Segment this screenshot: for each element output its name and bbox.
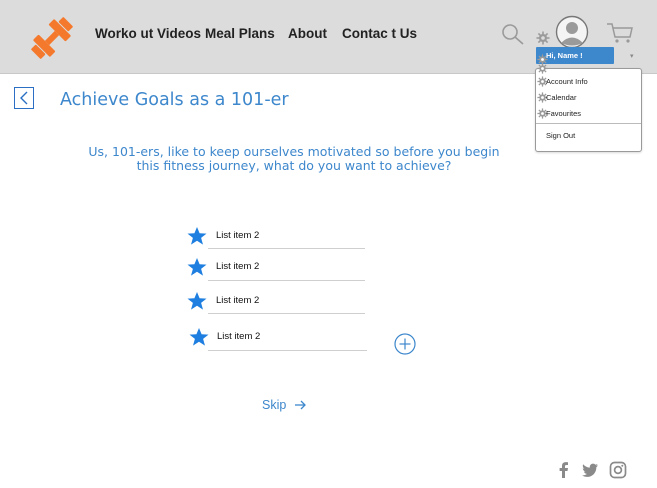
- nav-contact-us[interactable]: Contac t Us: [342, 26, 417, 41]
- list-item[interactable]: List item 2: [189, 327, 369, 351]
- star-icon: [189, 328, 209, 346]
- goal-text: List item 2: [216, 261, 260, 272]
- list-item[interactable]: List item 2: [187, 226, 367, 250]
- back-button[interactable]: [14, 87, 34, 109]
- list-item[interactable]: List item 2: [187, 291, 367, 315]
- menu-item-account-info[interactable]: Account Info: [546, 77, 588, 86]
- star-icon: [187, 258, 207, 276]
- user-greeting: Hi, Name !: [546, 51, 583, 60]
- star-icon: [187, 227, 207, 245]
- plus-circle-icon[interactable]: [394, 333, 416, 355]
- facebook-icon[interactable]: [555, 461, 573, 479]
- instagram-icon[interactable]: [609, 461, 627, 479]
- search-icon[interactable]: [500, 22, 526, 46]
- gear-icon: [537, 63, 548, 74]
- chevron-left-icon: [20, 91, 28, 105]
- goal-underline: [208, 280, 365, 281]
- goal-underline: [208, 248, 365, 249]
- gear-icon[interactable]: [536, 31, 550, 45]
- nav-meal-plans[interactable]: Meal Plans: [205, 26, 275, 41]
- skip-button[interactable]: Skip: [262, 398, 307, 412]
- menu-divider: [536, 123, 641, 124]
- goal-text: List item 2: [216, 295, 260, 306]
- dumbbell-icon[interactable]: [26, 12, 78, 64]
- star-icon: [187, 292, 207, 310]
- user-avatar-icon[interactable]: [555, 15, 589, 49]
- menu-item-sign-out[interactable]: Sign Out: [546, 131, 575, 140]
- arrow-right-icon: [294, 400, 306, 410]
- cart-icon[interactable]: [606, 22, 634, 44]
- twitter-icon[interactable]: [581, 461, 599, 479]
- nav-workout-videos[interactable]: Worko ut Videos: [95, 26, 201, 41]
- user-dropdown-menu: Account Info Calendar Favourites Sign Ou…: [535, 54, 642, 152]
- chevron-down-icon[interactable]: ▾: [630, 52, 634, 60]
- menu-item-favourites[interactable]: Favourites: [546, 109, 581, 118]
- goal-text: List item 2: [216, 230, 260, 241]
- intro-text: Us, 101-ers, like to keep ourselves moti…: [88, 144, 500, 173]
- goal-underline: [208, 313, 365, 314]
- page-title: Achieve Goals as a 101-er: [60, 90, 289, 110]
- nav-about[interactable]: About: [288, 26, 327, 41]
- goal-underline: [208, 350, 367, 351]
- goal-text: List item 2: [217, 331, 261, 342]
- menu-item-calendar[interactable]: Calendar: [546, 93, 576, 102]
- skip-label: Skip: [262, 398, 287, 412]
- list-item[interactable]: List item 2: [187, 257, 367, 281]
